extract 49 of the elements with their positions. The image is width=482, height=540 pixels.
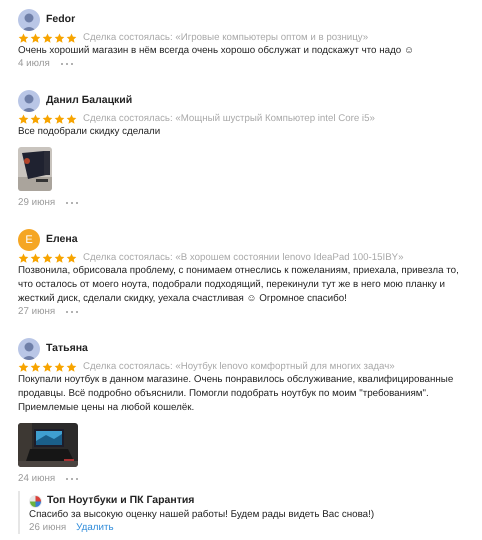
star-icon bbox=[54, 362, 65, 372]
star-icon bbox=[66, 362, 77, 372]
star-icon bbox=[18, 32, 29, 44]
avatar: Е bbox=[18, 229, 40, 251]
more-icon[interactable] bbox=[65, 310, 80, 314]
author-name: Данил Балацкий bbox=[46, 93, 132, 108]
deal-text: Сделка состоялась: «Ноутбук lenovo комфортный для многих задач» bbox=[83, 361, 395, 373]
star-icon bbox=[54, 32, 65, 44]
review-date: 27 июня bbox=[18, 306, 56, 318]
deal-text: Сделка состоялась: «В хорошем состоянии lenovo IdeaPad 100-15IBY» bbox=[83, 252, 404, 264]
star-icon bbox=[54, 252, 65, 264]
delete-link[interactable]: Удалить bbox=[76, 522, 114, 534]
author-name: Fedor bbox=[46, 12, 76, 28]
review-text: Покупали ноутбук в данном магазине. Очень понравилось обслуживание, квалифицированные продавцы. Всё подробно объяснили. Помогли подобрать ноутбук по моим "требованиям". Приемлемые цены на любой кошелёк. bbox=[18, 373, 454, 415]
avatar bbox=[18, 9, 40, 31]
review-text: Позвонила, обрисовала проблему, с понимаем отнеслись к пожеланиям, приехала, привезла то, что осталось от моего ноута, подобрали подходящий, перекинули тут же в него мою планку и жесткий диск, сделали скидку, уехала счастливая ☺ Огромное спасибо! bbox=[18, 264, 460, 306]
author-name: Татьяна bbox=[46, 341, 88, 356]
avatar bbox=[18, 90, 40, 112]
more-icon[interactable] bbox=[65, 201, 80, 205]
avatar bbox=[18, 338, 40, 360]
star-icon bbox=[18, 114, 29, 124]
reply-text: Спасибо за высокую оценку нашей работы! Будем рады видеть Вас снова!) bbox=[29, 508, 376, 522]
more-icon[interactable] bbox=[60, 62, 74, 66]
star-icon bbox=[30, 114, 41, 124]
review-text: Все подобрали скидку сделали bbox=[18, 125, 162, 139]
review-text: Очень хороший магазин в нём всегда очень хорошо обслужат и подскажут что надо ☺ bbox=[18, 44, 415, 58]
star-icon bbox=[66, 32, 77, 44]
star-icon bbox=[66, 252, 77, 264]
shop-name: Топ Ноутбуки и ПК Гарантия bbox=[47, 493, 194, 508]
author-name: Елена bbox=[46, 232, 78, 248]
star-icon bbox=[42, 252, 53, 264]
review-date: 24 июня bbox=[18, 473, 56, 485]
more-icon[interactable] bbox=[65, 477, 80, 481]
star-icon bbox=[30, 362, 41, 372]
star-icon bbox=[42, 362, 53, 372]
star-icon bbox=[18, 362, 29, 372]
shop-logo-icon bbox=[29, 494, 42, 508]
deal-text: Сделка состоялась: «Игровые компьютеры оптом и в розницу» bbox=[83, 32, 368, 44]
star-icon bbox=[66, 114, 77, 124]
reply-date: 26 июня bbox=[29, 522, 66, 534]
star-icon bbox=[30, 252, 41, 264]
star-icon bbox=[18, 252, 29, 264]
review-date: 29 июня bbox=[18, 197, 56, 209]
star-icon bbox=[30, 32, 41, 44]
star-icon bbox=[42, 32, 53, 44]
review-date: 4 июля bbox=[18, 58, 50, 70]
star-icon bbox=[54, 114, 65, 124]
deal-text: Сделка состоялась: «Мощный шустрый Компьютер intel Core i5» bbox=[83, 113, 375, 125]
star-icon bbox=[42, 114, 53, 124]
